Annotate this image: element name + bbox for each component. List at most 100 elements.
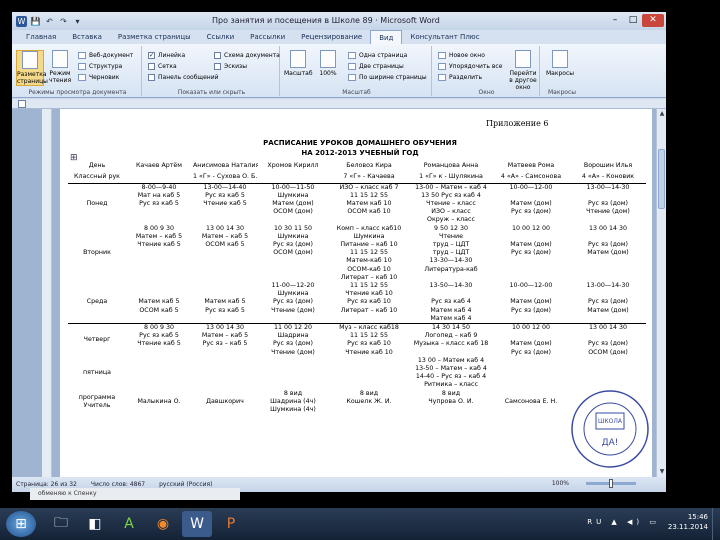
schedule-cell[interactable]: [328, 357, 410, 390]
split-button[interactable]: Разделить: [438, 72, 482, 82]
tab-insert[interactable]: Вставка: [64, 30, 110, 44]
schedule-cell[interactable]: Комп – класс каб10 Шумкина Питание – каб 1…: [328, 225, 410, 282]
show-desktop-button[interactable]: [712, 508, 720, 540]
schedule-cell[interactable]: [192, 357, 258, 390]
scroll-up-icon[interactable]: ▲: [657, 109, 666, 119]
page-width-button[interactable]: По ширине страницы: [348, 72, 427, 82]
schedule-cell[interactable]: 10-00—12-00 Матем (дом) Рус яз (дом): [492, 183, 570, 225]
web-layout-button[interactable]: Веб-документ: [78, 50, 133, 60]
taskbar-a-icon[interactable]: A: [114, 511, 144, 537]
schedule-cell[interactable]: Малыкина О.: [126, 390, 192, 415]
tab-review[interactable]: Рецензирование: [293, 30, 370, 44]
schedule-cell[interactable]: 13 00 14 30 Рус яз (дом) ОСОМ (дом): [570, 322, 646, 357]
zoom-slider[interactable]: [586, 479, 636, 488]
message-bar-checkbox[interactable]: Панель сообщений: [148, 72, 219, 82]
background-window[interactable]: обменяю к Спенку: [30, 488, 240, 500]
start-button[interactable]: ⊞: [6, 511, 36, 537]
schedule-cell[interactable]: ИЗО – класс каб 7 11 15 12 55 Матем каб 10…: [328, 183, 410, 225]
schedule-cell[interactable]: 11-00—12-20 Шумкина Рус яз (дом) Чтение (до…: [258, 282, 328, 324]
schedule-cell[interactable]: 14 30 14 50 Логопед – каб 9 Музыка – класс…: [410, 322, 492, 357]
tab-page-layout[interactable]: Разметка страницы: [110, 30, 199, 44]
schedule-cell[interactable]: 8 вид Шадрина (4ч) Шумкина (4ч): [258, 390, 328, 415]
maximize-button[interactable]: □: [624, 14, 642, 27]
ruler-toggle-icon[interactable]: [18, 100, 26, 108]
schedule-cell[interactable]: 13-50—14-30 Рус яз каб 4 Матем каб 4 Матем…: [410, 282, 492, 324]
schedule-cell[interactable]: 9 50 12 30 Чтение труд – ЦДТ труд – ЦДТ 13-3…: [410, 225, 492, 282]
schedule-cell[interactable]: 13-00 – Матем – каб 4 13 50 Рус яз каб 4Ч…: [410, 183, 492, 225]
taskbar-word-icon[interactable]: W: [182, 511, 212, 537]
save-icon[interactable]: 💾: [30, 16, 41, 27]
schedule-cell[interactable]: 13 00 14 30 Матем – каб 5 ОСОМ каб 5: [192, 225, 258, 282]
schedule-cell[interactable]: Муз – класс каб18 11 15 12 55 Рус яз каб 1…: [328, 322, 410, 357]
schedule-cell[interactable]: 13 00 – Матем каб 4 13-50 – Матем – каб 4…: [410, 357, 492, 390]
word-app-icon[interactable]: W: [16, 15, 27, 27]
close-button[interactable]: ✕: [642, 14, 664, 27]
outline-button[interactable]: Структура: [78, 61, 122, 71]
tray-icons[interactable]: RU ▲ ◀) ▭: [587, 518, 660, 526]
taskbar-app-icon[interactable]: ◧: [80, 511, 110, 537]
document-page[interactable]: Приложение 6 РАСПИСАНИЕ УРОКОВ ДОМАШНЕГО…: [60, 109, 652, 477]
schedule-cell[interactable]: 8-00—9-40 Мат на каб 5 Рус яз каб 5: [126, 183, 192, 225]
grid-checkbox[interactable]: Сетка: [148, 61, 177, 71]
schedule-cell[interactable]: [258, 357, 328, 390]
tab-home[interactable]: Главная: [18, 30, 64, 44]
switch-window-button[interactable]: Перейти в другое окно: [508, 50, 538, 91]
vertical-scrollbar[interactable]: ▲ ▼: [656, 109, 666, 477]
macros-button[interactable]: Макросы: [546, 50, 574, 77]
doc-map-checkbox[interactable]: Схема документа: [214, 50, 280, 60]
two-pages-button[interactable]: Две страницы: [348, 61, 404, 71]
schedule-cell[interactable]: 11 15 12 55 Чтение каб 10 Рус яз каб 10 Лит…: [328, 282, 410, 324]
clock[interactable]: 15:46 23.11.2014: [668, 512, 708, 532]
schedule-cell[interactable]: 10 00 12 00 Матем (дом) Рус яз (дом): [492, 225, 570, 282]
word-count[interactable]: Число слов: 4867: [91, 481, 145, 488]
schedule-cell[interactable]: 8 вид Кошелк Ж. И.: [328, 390, 410, 415]
ruler-checkbox[interactable]: Линейка: [148, 50, 185, 60]
schedule-cell[interactable]: Матем каб 5 Рус яз каб 5: [192, 282, 258, 324]
minimize-button[interactable]: –: [606, 14, 624, 27]
scroll-thumb[interactable]: [658, 149, 665, 209]
new-window-button[interactable]: Новое окно: [438, 50, 485, 60]
tab-view[interactable]: Вид: [370, 30, 403, 44]
taskbar-powerpoint-icon[interactable]: P: [216, 511, 246, 537]
schedule-cell[interactable]: [126, 357, 192, 390]
horizontal-ruler[interactable]: [12, 99, 666, 109]
redo-icon[interactable]: ↷: [58, 16, 69, 27]
one-page-button[interactable]: Одна страница: [348, 50, 407, 60]
schedule-cell[interactable]: 8 00 9 30 Матем – каб 5 Чтение каб 5: [126, 225, 192, 282]
zoom-knob[interactable]: [609, 479, 613, 488]
schedule-cell[interactable]: 10 30 11 50 Шумкина Рус яз (дом) ОСОМ (дом): [258, 225, 328, 282]
page-counter[interactable]: Страница: 26 из 32: [16, 481, 77, 488]
schedule-cell[interactable]: 13 00 14 30 Рус яз (дом) Матем (дом): [570, 225, 646, 282]
schedule-cell[interactable]: Давшкорич: [192, 390, 258, 415]
print-layout-button[interactable]: Разметка страницы: [16, 50, 48, 86]
schedule-cell[interactable]: 8 00 9 30 Рус яз каб 5 Чтение каб 5: [126, 322, 192, 357]
schedule-cell[interactable]: 10-00—12-00 Матем (дом) Рус яз (дом): [492, 282, 570, 324]
zoom-level[interactable]: 100%: [552, 480, 569, 487]
draft-button[interactable]: Черновик: [78, 72, 119, 82]
schedule-cell[interactable]: 8 вид Чупрова О. И.: [410, 390, 492, 415]
tab-consultant[interactable]: Консультант Плюс: [402, 30, 487, 44]
schedule-cell[interactable]: 13 00 14 30 Матем – каб 5 Рус яз – каб 5: [192, 322, 258, 357]
scroll-down-icon[interactable]: ▼: [657, 467, 666, 477]
schedule-cell[interactable]: 10 00 12 00 Матем (дом) Рус яз (дом): [492, 322, 570, 357]
taskbar-firefox-icon[interactable]: ◉: [148, 511, 178, 537]
schedule-cell[interactable]: Матем каб 5 ОСОМ каб 5: [126, 282, 192, 324]
tab-mailings[interactable]: Рассылки: [242, 30, 293, 44]
undo-icon[interactable]: ↶: [44, 16, 55, 27]
thumbnails-checkbox[interactable]: Эскизы: [214, 61, 247, 71]
zoom-button[interactable]: Масштаб: [284, 50, 313, 77]
schedule-cell[interactable]: 13-00—14-30 Рус яз (дом) Матем (дом): [570, 282, 646, 324]
language-indicator[interactable]: русский (Россия): [159, 481, 212, 488]
taskbar-explorer-icon[interactable]: 🗀: [46, 511, 76, 537]
schedule-cell[interactable]: [492, 357, 570, 390]
tab-references[interactable]: Ссылки: [199, 30, 243, 44]
reading-mode-button[interactable]: Режим чтения: [46, 50, 74, 84]
customize-qa-icon[interactable]: ▾: [72, 16, 83, 27]
schedule-cell[interactable]: 13-00—14-30 Рус яз (дом) Чтение (дом): [570, 183, 646, 225]
schedule-cell[interactable]: 13-00—14-40 Рус яз каб 5 Чтение каб 5: [192, 183, 258, 225]
zoom-100-button[interactable]: 100%: [314, 50, 342, 77]
schedule-cell[interactable]: Самсонова Е. Н.: [492, 390, 570, 415]
schedule-cell[interactable]: 11 00 12 20 Шадрина Рус яз (дом) Чтение (до…: [258, 322, 328, 357]
arrange-all-button[interactable]: Упорядочить все: [438, 61, 502, 71]
schedule-cell[interactable]: 10-00—11-50 Шумкина Матем (дом) ОСОМ (дом): [258, 183, 328, 225]
